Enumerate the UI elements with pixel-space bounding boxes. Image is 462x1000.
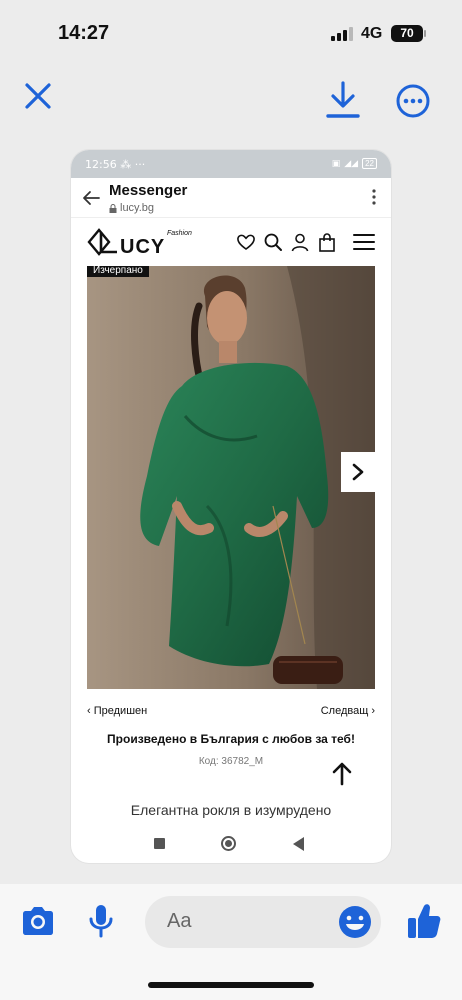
- site-icons: [236, 232, 337, 252]
- network-type: 4G: [361, 25, 383, 42]
- kebab-menu-icon[interactable]: [371, 188, 377, 206]
- browser-title: Messenger: [109, 182, 188, 199]
- search-icon[interactable]: [263, 232, 283, 252]
- lock-icon: [109, 203, 117, 213]
- emoji-icon[interactable]: [337, 904, 373, 940]
- android-nav-bar: [71, 832, 391, 862]
- recents-icon[interactable]: [154, 838, 165, 849]
- sold-out-badge: Изчерпано: [87, 266, 149, 277]
- battery-icon: 70: [391, 25, 423, 42]
- lucy-logo[interactable]: UCY Fashion: [87, 224, 199, 260]
- scroll-to-top-icon[interactable]: [330, 760, 354, 786]
- back-triangle-icon[interactable]: [293, 837, 304, 851]
- product-photo: [87, 266, 375, 689]
- bag-icon[interactable]: [317, 232, 337, 252]
- browser-url: lucy.bg: [109, 202, 154, 214]
- thumbs-up-icon[interactable]: [406, 902, 442, 940]
- messenger-browser-bar: Messenger lucy.bg: [71, 178, 391, 218]
- product-image[interactable]: Изчерпано: [87, 266, 375, 689]
- android-status-icons: ▣ ◢◢ 22: [332, 158, 377, 169]
- home-indicator: [148, 982, 314, 988]
- android-status-bar: 12:56 ⁂ ··· ▣ ◢◢ 22: [71, 150, 391, 178]
- message-input-placeholder: Aa: [167, 910, 192, 932]
- ios-status-bar: 14:27 4G 70: [0, 0, 462, 70]
- hamburger-menu-icon[interactable]: [353, 234, 375, 250]
- download-icon[interactable]: [326, 80, 360, 120]
- camera-icon[interactable]: [20, 905, 56, 937]
- user-icon[interactable]: [290, 232, 310, 252]
- close-icon[interactable]: [22, 80, 54, 112]
- heart-icon[interactable]: [236, 232, 256, 252]
- signal-icon: [331, 27, 355, 41]
- microphone-icon[interactable]: [88, 903, 114, 939]
- more-icon[interactable]: [396, 84, 430, 118]
- back-arrow-icon[interactable]: [81, 188, 101, 208]
- android-battery: 22: [362, 158, 377, 169]
- next-product-link[interactable]: Следващ ›: [321, 705, 375, 717]
- chevron-right-icon: [352, 463, 364, 481]
- logo-subtext: Fashion: [167, 230, 192, 237]
- previous-product-link[interactable]: ‹ Предишен: [87, 705, 147, 717]
- shared-screenshot[interactable]: 12:56 ⁂ ··· ▣ ◢◢ 22 Messenger lucy.bg UCY …: [71, 150, 391, 863]
- battery-tip: [424, 30, 426, 37]
- made-in-bulgaria-text: Произведено в България с любов за теб!: [107, 732, 355, 746]
- site-header: UCY Fashion: [71, 218, 391, 266]
- android-time: 12:56 ⁂ ···: [85, 158, 146, 171]
- home-icon[interactable]: [221, 836, 236, 851]
- logo-text: UCY: [120, 236, 165, 258]
- next-image-button[interactable]: [341, 452, 375, 492]
- status-time: 14:27: [58, 22, 110, 44]
- product-title: Елегантна рокля в изумрудено: [130, 802, 332, 818]
